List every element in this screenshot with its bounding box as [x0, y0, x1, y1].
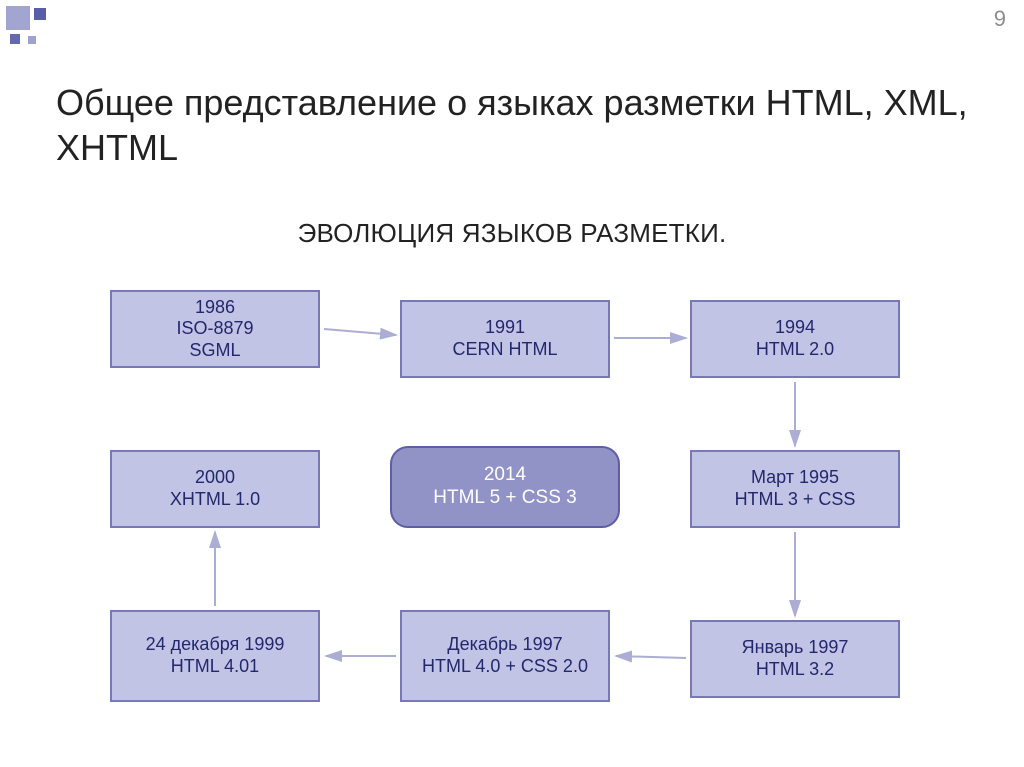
node-html40-css2: Декабрь 1997 HTML 4.0 + CSS 2.0	[400, 610, 610, 702]
node-sgml: 1986 ISO-8879 SGML	[110, 290, 320, 368]
slide-subtitle: ЭВОЛЮЦИЯ ЯЗЫКОВ РАЗМЕТКИ.	[0, 218, 1024, 249]
node-label: Декабрь 1997 HTML 4.0 + CSS 2.0	[422, 634, 588, 677]
node-label: 2014 HTML 5 + CSS 3	[433, 464, 576, 510]
node-label: 2000 XHTML 1.0	[170, 467, 260, 510]
node-html32: Январь 1997 HTML 3.2	[690, 620, 900, 698]
slide-title: Общее представление о языках разметки HT…	[56, 80, 984, 170]
node-html401: 24 декабря 1999 HTML 4.01	[110, 610, 320, 702]
page-number: 9	[994, 6, 1006, 32]
node-html3-css: Март 1995 HTML 3 + CSS	[690, 450, 900, 528]
node-cern-html: 1991 CERN HTML	[400, 300, 610, 378]
node-html5: 2014 HTML 5 + CSS 3	[390, 446, 620, 528]
node-label: Март 1995 HTML 3 + CSS	[735, 467, 856, 510]
node-label: 1994 HTML 2.0	[756, 317, 834, 360]
corner-decoration	[6, 6, 58, 58]
node-label: 24 декабря 1999 HTML 4.01	[146, 634, 285, 677]
node-label: Январь 1997 HTML 3.2	[742, 637, 849, 680]
node-html2: 1994 HTML 2.0	[690, 300, 900, 378]
node-label: 1986 ISO-8879 SGML	[176, 297, 253, 362]
node-xhtml1: 2000 XHTML 1.0	[110, 450, 320, 528]
node-label: 1991 CERN HTML	[452, 317, 557, 360]
diagram-stage: 1986 ISO-8879 SGML 1991 CERN HTML 1994 H…	[80, 280, 954, 737]
